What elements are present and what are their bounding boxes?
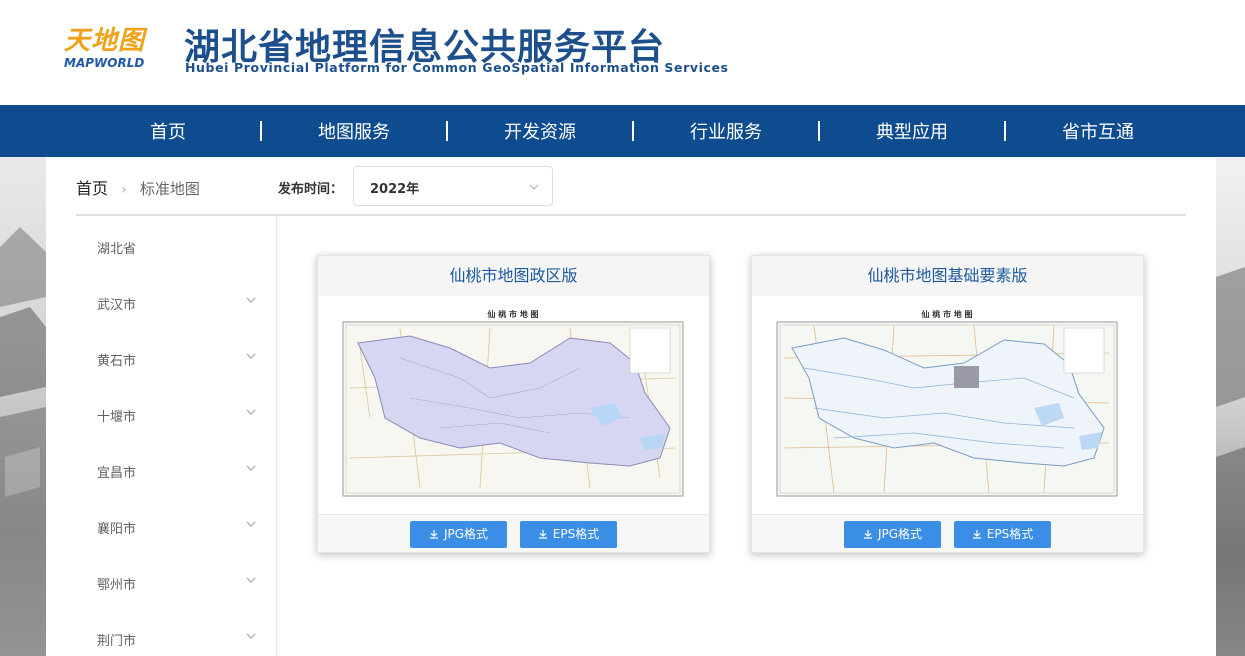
svg-text:仙 桃 市 地 图: 仙 桃 市 地 图 [921, 309, 972, 319]
download-jpg-button[interactable]: JPG格式 [844, 521, 941, 548]
map-card[interactable]: 仙桃市地图政区版 仙 桃 市 地 图 JPG格式 EPS格式 [317, 255, 710, 553]
sidebar-item-wuhan[interactable]: 武汉市 [97, 288, 267, 318]
breadcrumb: 首页 › 标准地图 [76, 175, 200, 199]
sidebar-item-label: 黄石市 [97, 354, 137, 369]
download-icon [863, 530, 872, 539]
sidebar-item-label: 宜昌市 [97, 466, 137, 481]
nav-item-dev-resources[interactable]: 开发资源 [448, 118, 632, 144]
download-icon [429, 530, 438, 539]
sidebar-item-jingmen[interactable]: 荆门市 [97, 624, 267, 654]
sidebar-item-label: 襄阳市 [97, 522, 137, 537]
download-icon [972, 530, 981, 539]
map-card-title[interactable]: 仙桃市地图政区版 [318, 256, 709, 296]
sidebar-item-label: 鄂州市 [97, 578, 137, 593]
main-panel: 首页 › 标准地图 发布时间： 2022年 湖北省 武汉市 黄石市 十堰市 宜昌… [46, 157, 1216, 656]
chevron-down-icon [246, 521, 256, 527]
breadcrumb-current: 标准地图 [139, 180, 200, 198]
map-card-footer: JPG格式 EPS格式 [752, 514, 1143, 552]
nav-item-home[interactable]: 首页 [76, 118, 260, 144]
sidebar-item-label: 湖北省 [97, 242, 137, 257]
download-eps-label: EPS格式 [552, 527, 600, 541]
sidebar-item-huangshi[interactable]: 黄石市 [97, 344, 267, 374]
sidebar-item-hubei[interactable]: 湖北省 [97, 232, 267, 262]
release-time-label: 发布时间： [278, 182, 344, 197]
nav-item-typical-apps[interactable]: 典型应用 [820, 118, 1004, 144]
chevron-down-icon [246, 353, 256, 359]
sidebar-item-label: 十堰市 [97, 410, 137, 425]
sidebar-item-ezhou[interactable]: 鄂州市 [97, 568, 267, 598]
site-header: 天地图 MAPWORLD 湖北省地理信息公共服务平台 Hubei Provinc… [0, 0, 1245, 105]
nav-item-province-city[interactable]: 省市互通 [1006, 118, 1190, 144]
download-jpg-label: JPG格式 [877, 527, 923, 541]
map-card-title[interactable]: 仙桃市地图基础要素版 [752, 256, 1143, 296]
sidebar-item-shiyan[interactable]: 十堰市 [97, 400, 267, 430]
chevron-down-icon [529, 184, 539, 190]
download-icon [538, 530, 547, 539]
sidebar-item-label: 武汉市 [97, 298, 137, 313]
logo-english-text: MAPWORLD [64, 56, 145, 70]
chevron-down-icon [246, 465, 256, 471]
sidebar-item-label: 荆门市 [97, 634, 137, 649]
breadcrumb-home[interactable]: 首页 [76, 179, 108, 198]
svg-text:仙 桃 市 地 图: 仙 桃 市 地 图 [487, 309, 538, 319]
download-eps-label: EPS格式 [986, 527, 1034, 541]
chevron-down-icon [246, 297, 256, 303]
download-eps-button[interactable]: EPS格式 [954, 521, 1051, 548]
chevron-right-icon: › [121, 182, 127, 198]
chevron-down-icon [246, 633, 256, 639]
sidebar-item-xiangyang[interactable]: 襄阳市 [97, 512, 267, 542]
download-jpg-button[interactable]: JPG格式 [410, 521, 507, 548]
chevron-down-icon [246, 577, 256, 583]
chevron-down-icon [246, 409, 256, 415]
background-right-image [1216, 157, 1245, 656]
background-left-image [0, 157, 46, 656]
main-nav: 首页 地图服务 开发资源 行业服务 典型应用 省市互通 [0, 105, 1245, 157]
release-year-value: 2022年 [370, 182, 420, 197]
nav-item-industry-services[interactable]: 行业服务 [634, 118, 818, 144]
site-subtitle: Hubei Provincial Platform for Common Geo… [185, 60, 729, 75]
download-eps-button[interactable]: EPS格式 [520, 521, 617, 548]
map-card-footer: JPG格式 EPS格式 [318, 514, 709, 552]
nav-item-map-services[interactable]: 地图服务 [262, 118, 446, 144]
mapworld-logo[interactable]: 天地图 MAPWORLD [62, 20, 162, 76]
map-thumbnail-image[interactable]: 仙 桃 市 地 图 [340, 308, 686, 498]
release-year-select[interactable]: 2022年 [353, 166, 553, 206]
sidebar-item-yichang[interactable]: 宜昌市 [97, 456, 267, 486]
map-card[interactable]: 仙桃市地图基础要素版 仙 桃 市 地 图 JPG格式 EPS格式 [751, 255, 1144, 553]
region-sidebar: 湖北省 武汉市 黄石市 十堰市 宜昌市 襄阳市 鄂州市 荆门市 [76, 215, 277, 656]
download-jpg-label: JPG格式 [443, 527, 489, 541]
map-thumbnail-image[interactable]: 仙 桃 市 地 图 [774, 308, 1120, 498]
logo-chinese-text: 天地图 [64, 26, 146, 56]
